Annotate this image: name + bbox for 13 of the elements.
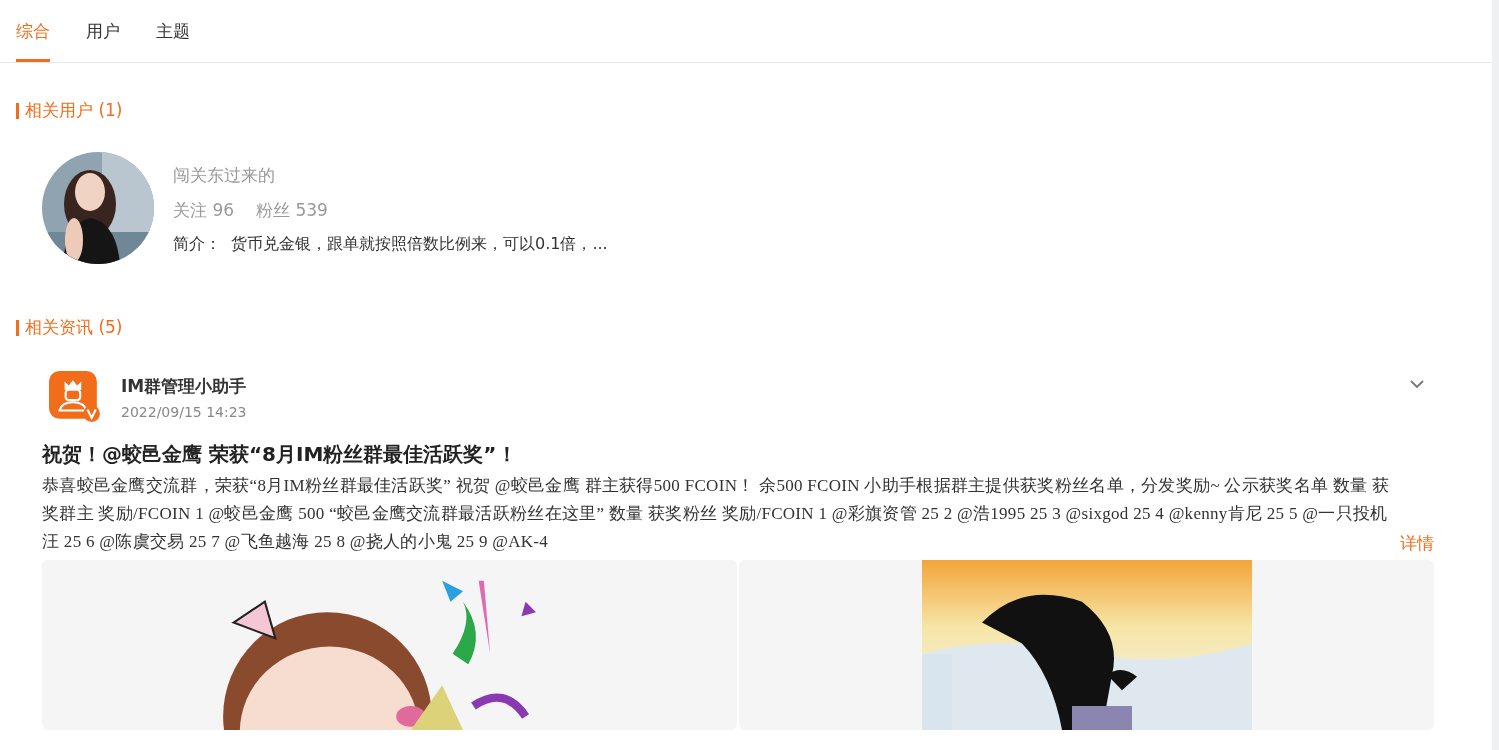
bio-label: 简介：	[173, 234, 221, 255]
post-body: 恭喜蛟邑金鹰交流群，荣获“8月IM粉丝群最佳活跃奖” 祝贺 @蛟邑金鹰 群主获得500 FCOIN！ 余500 FCOIN 小助手根据群主提供获奖粉丝名单，分发奖励~ 公示获奖名单 数量 获奖群主 奖励/FCOIN 1 @蛟邑金鹰 500 “蛟邑金鹰交流群最活跃粉丝在这里” 数量 获奖粉丝 奖励/FCOIN 1 @彩旗资管 25 2 @浩1995 25 3 @sixgod 25 4 @kenny肯尼 25 5 @一只投机汪 25 6 @陈虞交易 25 7 @飞鱼越海 25 8 @挠人的小鬼 25 9 @AK-4	[42, 475, 1391, 553]
followers-count: 粉丝 539	[256, 199, 328, 222]
post-time: 2022/09/15 14:23	[121, 403, 248, 420]
bio-text: 货币兑金银，跟单就按照倍数比例来，可以0.1倍，...	[231, 234, 608, 255]
tab[interactable]: 主题	[156, 0, 190, 62]
section-title: 相关资讯 (5)	[16, 316, 1476, 339]
post-title[interactable]: 祝贺！@蛟邑金鹰 荣获“8月IM粉丝群最佳活跃奖”！	[42, 441, 1434, 468]
tab[interactable]: 用户	[86, 0, 120, 62]
author-name[interactable]: IM群管理小助手	[121, 374, 1389, 398]
section-title: 相关用户 (1)	[16, 99, 1476, 122]
chevron-down-icon[interactable]	[1409, 379, 1425, 389]
following-count: 关注 96	[173, 199, 235, 222]
